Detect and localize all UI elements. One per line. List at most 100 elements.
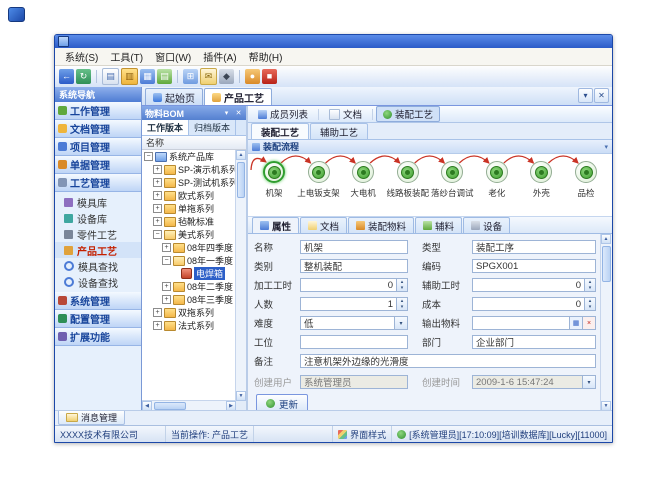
documents-button[interactable]: 文档: [322, 106, 369, 122]
sidebar-group-work[interactable]: 工作管理: [55, 102, 141, 120]
sidebar-item-product-process[interactable]: 产品工艺: [55, 242, 141, 258]
expand-icon[interactable]: +: [153, 165, 162, 174]
dropdown-icon[interactable]: ▾: [394, 317, 407, 329]
flow-node-5[interactable]: [441, 161, 463, 183]
lookup-icon[interactable]: ▦: [569, 317, 582, 329]
menu-window[interactable]: 窗口(W): [149, 48, 197, 65]
collapse-icon[interactable]: −: [144, 152, 153, 161]
members-list-button[interactable]: 成员列表: [251, 106, 315, 122]
title-bar[interactable]: [55, 35, 612, 48]
tree-item[interactable]: +SP-演示机系列: [142, 163, 236, 176]
type-field[interactable]: 装配工序: [472, 240, 596, 254]
flow-node-4[interactable]: [397, 161, 419, 183]
tree-item[interactable]: +SP-测试机系列: [142, 176, 236, 189]
grid-icon[interactable]: ⊞: [183, 69, 198, 84]
flow-node-7[interactable]: [530, 161, 552, 183]
report-icon[interactable]: ▤: [157, 69, 172, 84]
expand-icon[interactable]: +: [162, 282, 171, 291]
flow-node-3[interactable]: [352, 161, 374, 183]
tab-list-dropdown-icon[interactable]: ▾: [578, 88, 593, 103]
settings-icon[interactable]: ◆: [219, 69, 234, 84]
tab-documents[interactable]: 文档: [300, 217, 347, 233]
difficulty-select[interactable]: 低 ▾: [300, 316, 408, 330]
refresh-icon[interactable]: ↻: [76, 69, 91, 84]
sidebar-group-billing[interactable]: 单据管理: [55, 156, 141, 174]
expand-icon[interactable]: +: [153, 191, 162, 200]
expand-icon[interactable]: +: [153, 321, 162, 330]
flow-node-8[interactable]: [575, 161, 597, 183]
spinner[interactable]: ▴▾: [396, 298, 407, 310]
flow-node-1[interactable]: [263, 161, 285, 183]
tab-assembly-process[interactable]: 装配工艺: [251, 123, 309, 139]
department-field[interactable]: 企业部门: [472, 335, 596, 349]
tree-item[interactable]: +单拖系列: [142, 202, 236, 215]
expand-icon[interactable]: +: [153, 217, 162, 226]
collapse-icon[interactable]: −: [162, 256, 171, 265]
expand-icon[interactable]: +: [162, 295, 171, 304]
tree-item[interactable]: +毡靴标准: [142, 215, 236, 228]
scroll-thumb[interactable]: [237, 162, 245, 198]
remark-field[interactable]: 注意机架外边缘的光滑度: [300, 354, 596, 368]
close-icon[interactable]: ✕: [234, 109, 243, 118]
assembly-process-button[interactable]: 装配工艺: [376, 106, 440, 122]
scroll-down-icon[interactable]: ▼: [236, 391, 246, 401]
close-tab-icon[interactable]: ✕: [594, 88, 609, 103]
tab-equipment[interactable]: 设备: [463, 217, 510, 233]
sidebar-group-project[interactable]: 项目管理: [55, 138, 141, 156]
back-icon[interactable]: ←: [59, 69, 74, 84]
sidebar-group-system[interactable]: 系统管理: [55, 292, 141, 310]
tree-item[interactable]: −08年一季度: [142, 254, 236, 267]
pin-icon[interactable]: ▾: [222, 109, 231, 118]
vertical-scrollbar[interactable]: ▲ ▼: [600, 234, 612, 411]
aux-hours-field[interactable]: 0 ▴▾: [472, 278, 596, 292]
tree-item[interactable]: −系统产品库: [142, 150, 236, 163]
people-field[interactable]: 1 ▴▾: [300, 297, 408, 311]
tree-item[interactable]: −美式系列: [142, 228, 236, 241]
sidebar-group-config[interactable]: 配置管理: [55, 310, 141, 328]
desktop-app-icon[interactable]: [8, 7, 25, 22]
tab-working-version[interactable]: 工作版本: [142, 120, 189, 135]
sidebar-item-mold-library[interactable]: 模具库: [55, 194, 141, 210]
menu-system[interactable]: 系统(S): [59, 48, 104, 65]
expand-icon[interactable]: +: [162, 243, 171, 252]
spinner[interactable]: ▴▾: [584, 298, 595, 310]
collapse-icon[interactable]: ▾: [604, 143, 608, 151]
ui-style-button[interactable]: 界面样式: [333, 426, 392, 442]
tab-assembly-materials[interactable]: 装配物料: [348, 217, 414, 233]
tab-product-process[interactable]: 产品工艺: [204, 88, 272, 105]
sidebar-item-mold-search[interactable]: 模具查找: [55, 258, 141, 274]
tree-item[interactable]: +08年三季度: [142, 293, 236, 306]
sidebar-group-extension[interactable]: 扩展功能: [55, 328, 141, 346]
tree-item[interactable]: +欧式系列: [142, 189, 236, 202]
cost-field[interactable]: 0 ▴▾: [472, 297, 596, 311]
dropdown-icon[interactable]: ▾: [582, 376, 595, 388]
sidebar-group-process[interactable]: 工艺管理: [55, 174, 141, 192]
category-field[interactable]: 整机装配: [300, 259, 408, 273]
expand-icon[interactable]: +: [153, 308, 162, 317]
tree-item[interactable]: +08年四季度: [142, 241, 236, 254]
scroll-up-icon[interactable]: ▲: [236, 150, 246, 160]
tab-start-page[interactable]: 起始页: [145, 88, 203, 105]
mail-icon[interactable]: ✉: [200, 68, 217, 85]
stop-icon[interactable]: ■: [262, 69, 277, 84]
code-field[interactable]: SPGX001: [472, 259, 596, 273]
document-icon[interactable]: ▤: [102, 68, 119, 85]
spinner[interactable]: ▴▾: [584, 279, 595, 291]
work-hours-field[interactable]: 0 ▴▾: [300, 278, 408, 292]
station-field[interactable]: [300, 335, 408, 349]
scroll-thumb[interactable]: [602, 246, 611, 282]
menu-plugins[interactable]: 插件(A): [197, 48, 242, 65]
menu-help[interactable]: 帮助(H): [243, 48, 289, 65]
output-material-field[interactable]: ▦×: [472, 316, 596, 330]
vertical-scrollbar[interactable]: ▲ ▼: [235, 150, 246, 401]
tree-item[interactable]: +双拖系列: [142, 306, 236, 319]
tab-auxiliary-materials[interactable]: 辅料: [415, 217, 462, 233]
flow-node-6[interactable]: [486, 161, 508, 183]
tab-properties[interactable]: 属性: [252, 217, 299, 233]
sidebar-item-part-process[interactable]: 零件工艺: [55, 226, 141, 242]
bom-column-header[interactable]: 名称: [142, 136, 246, 150]
name-field[interactable]: 机架: [300, 240, 408, 254]
clear-icon[interactable]: ×: [582, 317, 595, 329]
tab-archive-version[interactable]: 归档版本: [189, 120, 236, 135]
message-management-tab[interactable]: 消息管理: [58, 411, 125, 425]
